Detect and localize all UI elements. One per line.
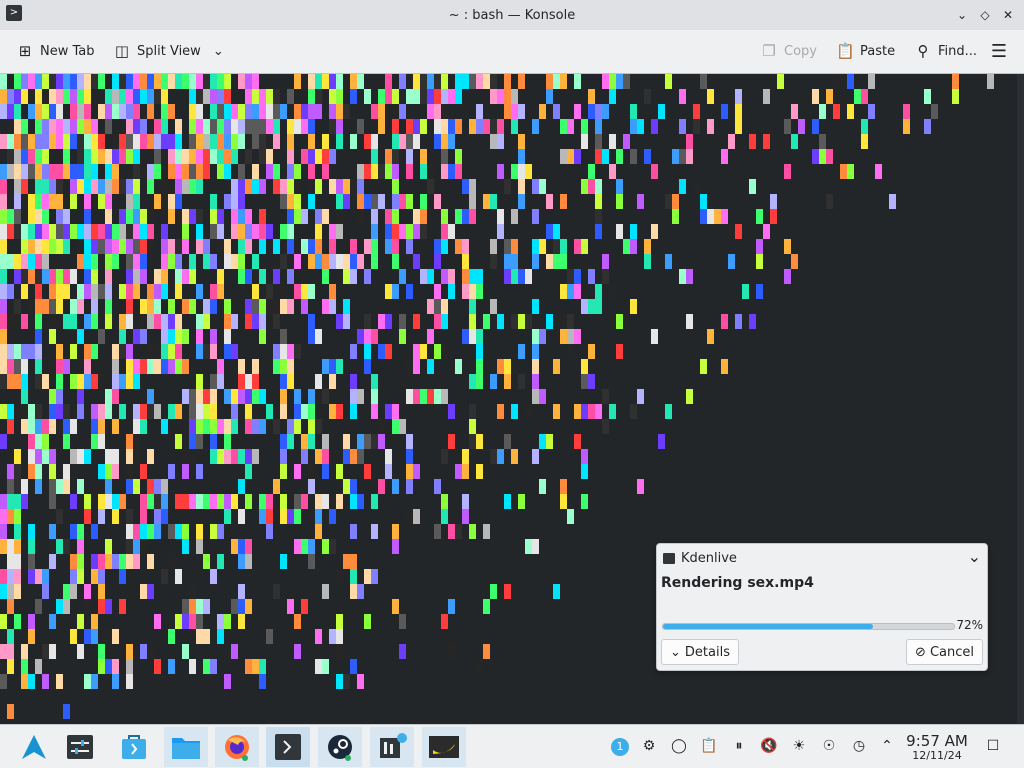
clock[interactable]: 9:57 AM 12/11/24	[905, 733, 969, 763]
chevron-down-icon: ⌄	[212, 43, 224, 59]
hamburger-menu-button[interactable]: ☰	[990, 38, 1008, 64]
notification-header: Kdenlive	[663, 550, 737, 566]
kde-connect-icon[interactable]: ⚙	[640, 737, 658, 755]
app-launcher-icon	[22, 735, 46, 759]
diamond-icon: ◇	[980, 8, 990, 22]
hamburger-menu-icon: ☰	[990, 40, 1008, 62]
notification-title: Rendering sex.mp4	[661, 575, 814, 591]
cancel-label: Cancel	[929, 644, 974, 660]
new-tab-button[interactable]: ⊞ New Tab	[16, 38, 95, 64]
system-settings-icon	[67, 735, 93, 759]
close-icon: ✕	[1002, 8, 1014, 22]
vpn-icon[interactable]: ◷	[850, 737, 868, 755]
split-view-label: Split View	[137, 43, 201, 59]
find-label: Find...	[938, 43, 978, 59]
search-icon: ⚲	[917, 42, 929, 60]
close-button[interactable]: ✕	[998, 5, 1018, 25]
details-button[interactable]: ⌄ Details	[661, 639, 739, 665]
split-view-icon: ◫	[114, 42, 130, 60]
discover-icon	[122, 735, 146, 759]
new-tab-label: New Tab	[40, 43, 95, 59]
paste-label: Paste	[860, 43, 896, 59]
maximize-button[interactable]: ◇	[975, 5, 995, 25]
taskbar: 1 ⚙ ◯ 📋 ⏸ 🔇 ☀ ☉ ◷ ⌃ 9:57 AM 12/11/24 ☐	[0, 724, 1024, 768]
chevron-up-icon[interactable]: ⌃	[878, 737, 896, 755]
task-file-manager[interactable]	[164, 727, 208, 767]
banana-app-icon	[429, 736, 459, 758]
split-view-button[interactable]: ◫ Split View ⌄	[113, 38, 224, 64]
chevron-down-icon: ⌄	[967, 547, 981, 566]
konsole-icon	[275, 734, 301, 760]
task-kdenlive[interactable]	[370, 727, 414, 767]
steam-icon	[328, 735, 352, 761]
task-system-settings[interactable]	[58, 727, 102, 767]
toolbar: ⊞ New Tab ◫ Split View ⌄ ❐ Copy 📋 Paste …	[0, 30, 1024, 74]
window-title: ~ : bash — Konsole	[448, 7, 576, 23]
copy-icon: ❐	[762, 42, 776, 60]
cancel-icon: ⊘	[915, 644, 926, 660]
render-progress-percent: 72%	[956, 618, 983, 632]
kdenlive-icon	[380, 733, 407, 758]
firefox-icon	[225, 735, 249, 761]
network-icon[interactable]: ☉	[820, 737, 838, 755]
brightness-icon[interactable]: ☀	[790, 737, 808, 755]
render-progress-bar	[662, 623, 955, 630]
show-desktop-icon[interactable]: ☐	[984, 737, 1002, 755]
minimize-button[interactable]: ⌄	[952, 5, 972, 25]
paste-button[interactable]: 📋 Paste	[836, 38, 895, 64]
copy-button[interactable]: ❐ Copy	[760, 38, 817, 64]
kdenlive-notification: Kdenlive ⌄ Rendering sex.mp4 72% ⌄ Detai…	[656, 543, 988, 671]
terminal-icon[interactable]: >	[6, 5, 22, 21]
title-bar[interactable]: > ~ : bash — Konsole ⌄ ◇ ✕	[0, 0, 1024, 30]
find-button[interactable]: ⚲ Find...	[914, 38, 978, 64]
chevron-down-icon: ⌄	[956, 8, 968, 22]
render-progress-fill	[663, 624, 873, 629]
file-manager-icon	[172, 738, 200, 759]
task-banana-app[interactable]	[422, 727, 466, 767]
new-tab-icon: ⊞	[18, 42, 32, 60]
clipboard-history-icon[interactable]: ◯	[670, 737, 688, 755]
terminal-scrollbar[interactable]	[1017, 74, 1024, 724]
task-firefox[interactable]	[215, 727, 259, 767]
media-pause-icon[interactable]: ⏸	[730, 737, 748, 755]
updates-badge[interactable]: 1	[611, 737, 629, 756]
paste-icon: 📋	[836, 42, 855, 60]
kdenlive-icon	[663, 552, 675, 564]
collapse-notification-button[interactable]: ⌄	[968, 547, 981, 566]
task-konsole[interactable]	[266, 727, 310, 767]
chevron-down-icon: ⌄	[670, 644, 681, 660]
notification-app-name: Kdenlive	[681, 550, 737, 566]
cancel-button[interactable]: ⊘ Cancel	[906, 639, 983, 665]
app-launcher-button[interactable]	[12, 727, 56, 767]
copy-label: Copy	[784, 43, 817, 59]
clock-time: 9:57 AM	[906, 732, 968, 750]
task-steam[interactable]	[318, 727, 362, 767]
details-label: Details	[684, 644, 730, 660]
clipboard-icon[interactable]: 📋	[700, 737, 718, 755]
clock-date: 12/11/24	[912, 749, 962, 762]
task-discover[interactable]	[112, 727, 156, 767]
volume-muted-icon[interactable]: 🔇	[760, 737, 778, 755]
